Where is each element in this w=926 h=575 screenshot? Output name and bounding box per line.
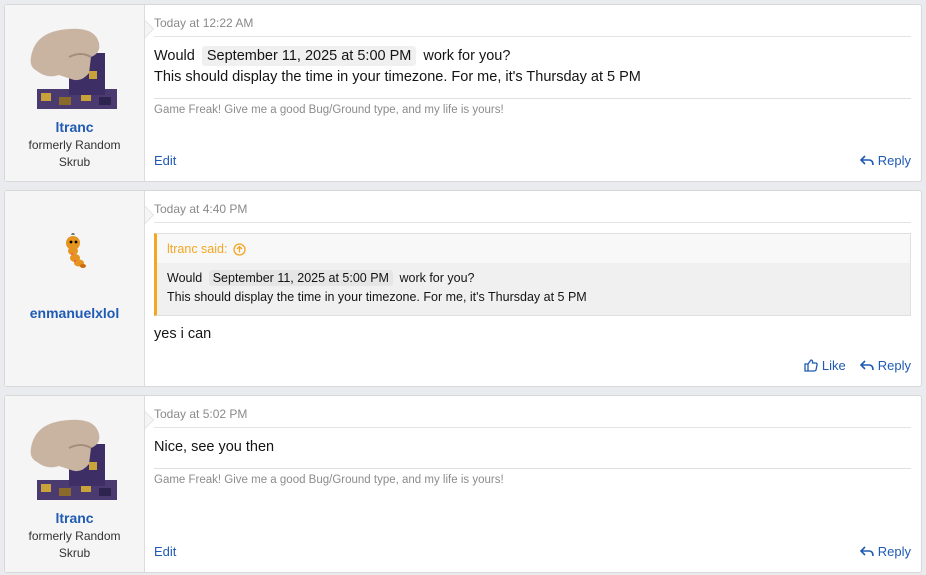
arrow-up-circle-icon[interactable] — [233, 242, 247, 256]
message-body: Nice, see you then — [154, 439, 275, 455]
message-footer: Like Reply — [154, 358, 911, 373]
thumbs-up-icon — [804, 359, 818, 372]
post: ltranc formerly Random Skrub Today at 12… — [4, 4, 922, 182]
quote-text-line2: This should display the time in your tim… — [167, 290, 587, 304]
edit-button[interactable]: Edit — [154, 153, 176, 168]
reply-icon — [859, 545, 874, 556]
right-actions: Like Reply — [804, 358, 911, 373]
reply-label: Reply — [877, 544, 911, 559]
post: ltranc formerly Random Skrub Today at 5:… — [4, 395, 922, 573]
post-timestamp[interactable]: Today at 12:22 AM — [154, 5, 911, 37]
reply-button[interactable]: Reply — [859, 544, 911, 559]
reply-icon — [859, 359, 874, 370]
message-main: Today at 4:40 PM ltranc said: Would Sept… — [145, 191, 921, 386]
message-main: Today at 5:02 PM Nice, see you then Game… — [145, 396, 921, 572]
user-title: formerly Random Skrub — [28, 138, 121, 169]
signature: Game Freak! Give me a good Bug/Ground ty… — [154, 468, 911, 486]
post-timestamp[interactable]: Today at 4:40 PM — [154, 191, 911, 223]
signature: Game Freak! Give me a good Bug/Ground ty… — [154, 98, 911, 116]
reply-button[interactable]: Reply — [859, 153, 911, 168]
local-time-chip: September 11, 2025 at 5:00 PM — [208, 270, 393, 286]
message-body: yes i can — [154, 326, 212, 342]
username-link[interactable]: ltranc — [55, 510, 93, 526]
body-text-post: work for you? — [423, 48, 511, 64]
message-main: Today at 12:22 AM Would September 11, 20… — [145, 5, 921, 181]
message-footer: Edit Reply — [154, 153, 911, 168]
post-timestamp[interactable]: Today at 5:02 PM — [154, 396, 911, 428]
user-title: formerly Random Skrub — [28, 529, 121, 560]
avatar[interactable] — [61, 233, 89, 269]
user-column: enmanuelxlol — [5, 191, 154, 386]
like-button[interactable]: Like — [804, 358, 846, 373]
body-text-pre: Would — [154, 48, 195, 64]
message-body: Would September 11, 2025 at 5:00 PM work… — [154, 46, 911, 88]
quote-text-post: work for you? — [399, 271, 475, 285]
quote-block: ltranc said: Would September 11, 2025 at… — [154, 233, 911, 316]
user-column: ltranc formerly Random Skrub — [5, 396, 154, 572]
right-actions: Reply — [859, 153, 911, 168]
like-label: Like — [821, 358, 846, 373]
edit-button[interactable]: Edit — [154, 544, 176, 559]
quote-text-pre: Would — [167, 271, 203, 285]
quote-author[interactable]: ltranc said: — [167, 242, 227, 256]
thread: ltranc formerly Random Skrub Today at 12… — [0, 0, 926, 575]
quote-content: Would September 11, 2025 at 5:00 PM work… — [157, 263, 910, 315]
body-text-line2: This should display the time in your tim… — [154, 69, 641, 85]
local-time-chip: September 11, 2025 at 5:00 PM — [201, 46, 417, 66]
username-link[interactable]: ltranc — [55, 119, 93, 135]
post: enmanuelxlol Today at 4:40 PM ltranc sai… — [4, 190, 922, 387]
avatar[interactable] — [29, 418, 121, 502]
reply-label: Reply — [877, 358, 911, 373]
reply-button[interactable]: Reply — [859, 358, 911, 373]
user-column: ltranc formerly Random Skrub — [5, 5, 154, 181]
reply-label: Reply — [877, 153, 911, 168]
right-actions: Reply — [859, 544, 911, 559]
username-link[interactable]: enmanuelxlol — [30, 305, 119, 321]
message-footer: Edit Reply — [154, 544, 911, 559]
avatar[interactable] — [29, 27, 121, 111]
quote-header[interactable]: ltranc said: — [157, 234, 910, 263]
reply-icon — [859, 154, 874, 165]
